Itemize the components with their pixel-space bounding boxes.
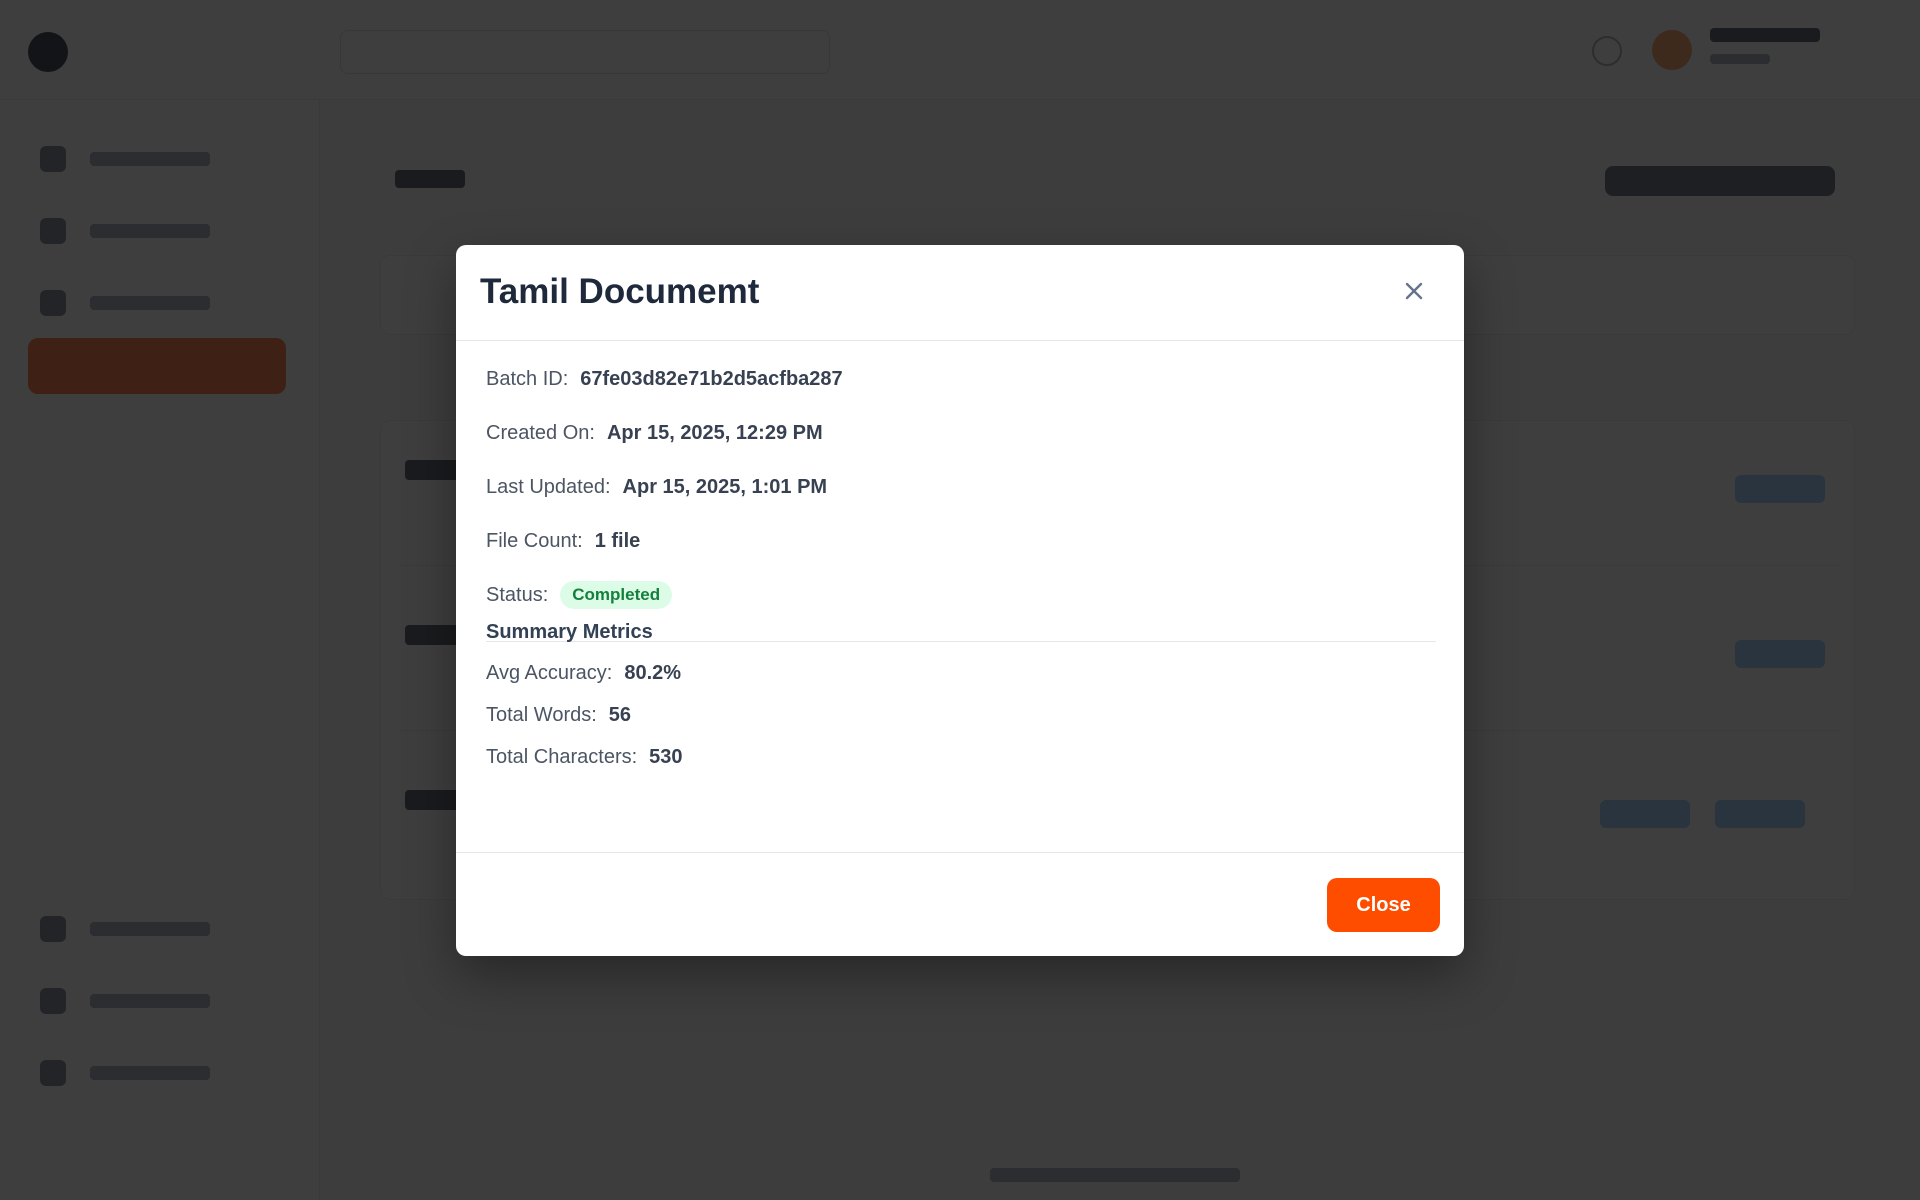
avg-accuracy-value: 80.2% [624, 662, 682, 684]
total-words-value: 56 [608, 704, 632, 726]
summary-metrics-title: Summary Metrics [486, 621, 653, 643]
batch-id-value: 67fe03d82e71b2d5acfba287 [580, 368, 843, 390]
total-characters-label: Total Characters: [486, 746, 638, 768]
modal-header: Tamil Documemt [456, 245, 1464, 341]
status-badge: Completed [560, 581, 673, 609]
file-count-field: File Count: 1 file [486, 530, 640, 553]
modal-title: Tamil Documemt [480, 272, 760, 311]
status-field: Status: Completed [486, 581, 673, 609]
last-updated-value: Apr 15, 2025, 1:01 PM [622, 476, 828, 498]
close-icon-glyph [1405, 282, 1423, 300]
file-count-label: File Count: [486, 530, 583, 552]
total-characters-field: Total Characters: 530 [486, 746, 683, 769]
created-on-label: Created On: [486, 422, 595, 444]
batch-id-label: Batch ID: [486, 368, 569, 390]
modal-footer: Close [456, 852, 1464, 956]
batch-id-field: Batch ID: 67fe03d82e71b2d5acfba287 [486, 368, 843, 391]
close-icon[interactable] [1394, 271, 1434, 311]
avg-accuracy-label: Avg Accuracy: [486, 662, 613, 684]
last-updated-field: Last Updated: Apr 15, 2025, 1:01 PM [486, 476, 827, 499]
total-words-field: Total Words: 56 [486, 704, 631, 727]
created-on-field: Created On: Apr 15, 2025, 12:29 PM [486, 422, 823, 445]
status-label: Status: [486, 583, 549, 606]
total-characters-value: 530 [649, 746, 683, 768]
avg-accuracy-field: Avg Accuracy: 80.2% [486, 662, 681, 685]
last-updated-label: Last Updated: [486, 476, 611, 498]
total-words-label: Total Words: [486, 704, 597, 726]
batch-details-modal: Tamil Documemt Batch ID: 67fe03d82e71b2d… [456, 245, 1464, 956]
created-on-value: Apr 15, 2025, 12:29 PM [606, 422, 823, 444]
close-button[interactable]: Close [1327, 878, 1440, 932]
file-count-value: 1 file [594, 530, 641, 552]
